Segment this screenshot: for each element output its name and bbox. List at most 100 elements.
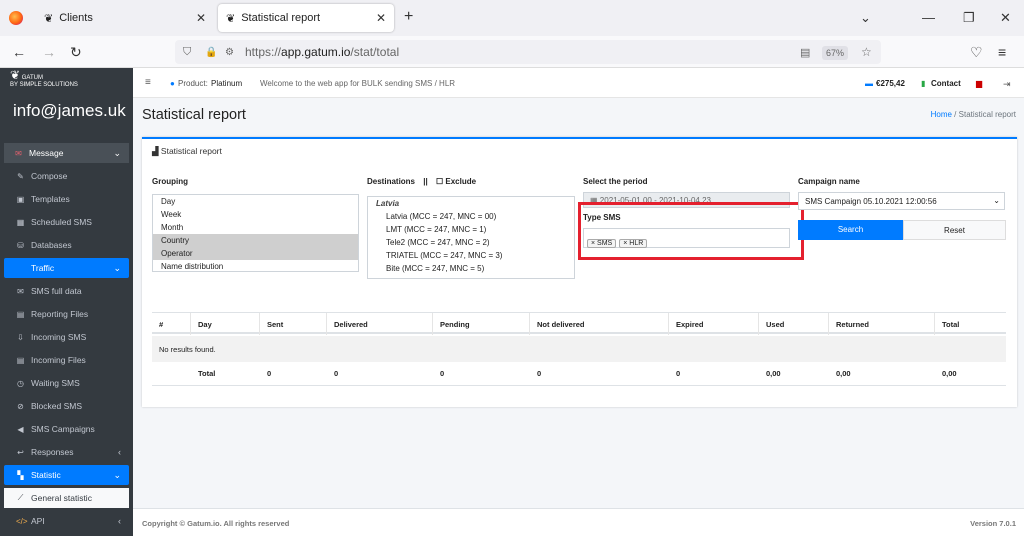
footer: Copyright © Gatum.io. All rights reserve… — [133, 508, 1024, 536]
compose-icon: ✎ — [17, 171, 24, 181]
sidebar-item-incoming-files[interactable]: ▤ Incoming Files — [4, 350, 129, 370]
gatum-favicon-icon: ❦ — [44, 12, 54, 25]
bookmark-star-icon[interactable]: ☆ — [861, 45, 872, 59]
tab-clients[interactable]: ❦ Clients ✕ — [36, 4, 214, 32]
product-value[interactable]: Platinum — [211, 79, 242, 88]
destinations-select[interactable]: Latvia Latvia (MCC = 247, MNC = 00) LMT (… — [367, 196, 575, 279]
empty-text: No results found. — [159, 345, 216, 354]
sidebar-item-statistic[interactable]: ▚ Statistic ⌄ — [4, 465, 129, 485]
campaign-select[interactable]: SMS Campaign 05.10.2021 12:00:56 ⌄ — [798, 192, 1005, 210]
restore-button[interactable]: ❐ — [963, 10, 975, 26]
sidebar-item-responses[interactable]: ↩ Responses ‹ — [4, 442, 129, 462]
close-icon[interactable]: ✕ — [376, 11, 386, 25]
reply-icon: ↩ — [17, 447, 24, 457]
grouping-option[interactable]: Country — [153, 234, 358, 247]
column-header[interactable]: # — [159, 320, 163, 329]
sidebar-item-compose[interactable]: ✎ Compose — [4, 166, 129, 186]
lock-icon[interactable]: 🔒 — [205, 47, 217, 58]
column-header[interactable]: Pending — [440, 320, 470, 329]
minimize-button[interactable]: — — [922, 10, 935, 25]
tab-list-chevron-icon[interactable]: ⌄ — [860, 10, 871, 26]
total-cell: Total — [198, 369, 216, 378]
file-icon: ▤ — [16, 309, 25, 319]
destinations-group-label: Latvia — [376, 199, 400, 208]
clock-icon: ◷ — [17, 378, 24, 388]
column-header[interactable]: Expired — [676, 320, 704, 329]
sidebar-item-incoming-sms[interactable]: ⇩ Incoming SMS — [4, 327, 129, 347]
column-header[interactable]: Sent — [267, 320, 283, 329]
sidebar-item-templates[interactable]: ▣ Templates — [4, 189, 129, 209]
sidebar-item-label: SMS full data — [31, 286, 82, 296]
address-bar[interactable]: ⛉ 🔒 ⚙ https://app.gatum.io/stat/total ▤ … — [175, 40, 881, 64]
sidebar-item-sms-full-data[interactable]: ✉ SMS full data — [4, 281, 129, 301]
sidebar-item-databases[interactable]: ⛁ Databases — [4, 235, 129, 255]
reset-button[interactable]: Reset — [903, 220, 1006, 240]
destination-option[interactable]: TRIATEL (MCC = 247, MNC = 3) — [368, 249, 574, 262]
permissions-icon[interactable]: ⚙ — [225, 47, 234, 58]
user-icon: ● — [170, 79, 175, 88]
sidebar-item-general-statistic[interactable]: ⟋ General statistic — [4, 488, 129, 508]
breadcrumb-home[interactable]: Home — [931, 110, 952, 119]
wallet-icon: ▬ — [865, 79, 873, 88]
back-arrow-icon[interactable]: ← — [12, 44, 26, 60]
close-icon[interactable]: ✕ — [196, 11, 206, 25]
sidebar-item-traffic[interactable]: Traffic ⌄ — [4, 258, 129, 278]
totals-row: Total 0 0 0 0 0 0,00 0,00 0,00 — [152, 362, 1006, 386]
product-label: Product: — [178, 79, 208, 88]
sidebar-item-api[interactable]: </> API ‹ — [4, 511, 129, 531]
grouping-option[interactable]: Week — [153, 208, 358, 221]
column-header[interactable]: Not delivered — [537, 320, 585, 329]
destination-option[interactable]: Tele2 (MCC = 247, MNC = 2) — [368, 236, 574, 249]
new-tab-button[interactable]: + — [404, 8, 413, 26]
column-header[interactable]: Returned — [836, 320, 869, 329]
balance-link[interactable]: €275,42 — [876, 79, 905, 88]
column-header[interactable]: Day — [198, 320, 212, 329]
search-button[interactable]: Search — [798, 220, 903, 240]
sidebar-item-label: General statistic — [31, 493, 92, 503]
empty-row: No results found. — [152, 336, 1006, 362]
exclude-checkbox[interactable]: ☐ — [436, 177, 443, 186]
reader-view-icon[interactable]: ▤ — [800, 46, 810, 59]
destination-option[interactable]: LMT (MCC = 247, MNC = 1) — [368, 223, 574, 236]
highlight-box — [578, 202, 804, 260]
shield-icon[interactable]: ⛉ — [183, 46, 191, 59]
grouping-option[interactable]: Name distribution — [153, 260, 358, 271]
logout-icon[interactable]: ⇥ — [1003, 79, 1011, 90]
column-header[interactable]: Used — [766, 320, 784, 329]
grouping-option[interactable]: Month — [153, 221, 358, 234]
reload-icon[interactable]: ↻ — [70, 44, 82, 61]
sidebar-item-blocked-sms[interactable]: ⊘ Blocked SMS — [4, 396, 129, 416]
sidebar-item-reporting-files[interactable]: ▤ Reporting Files — [4, 304, 129, 324]
sidebar-item-scheduled-sms[interactable]: ▦ Scheduled SMS — [4, 212, 129, 232]
grouping-option[interactable]: Day — [153, 195, 358, 208]
destination-option[interactable]: Latvia (MCC = 247, MNC = 00) — [368, 210, 574, 223]
database-icon: ⛁ — [17, 240, 24, 250]
hamburger-icon[interactable]: ≡ — [145, 77, 151, 88]
zoom-level[interactable]: 67% — [822, 46, 848, 60]
column-header[interactable]: Total — [942, 320, 959, 329]
sidebar-item-label: API — [31, 516, 45, 526]
grouping-select[interactable]: Day Week Month Country Operator Name distribu… — [152, 194, 359, 272]
close-window-button[interactable]: ✕ — [1000, 10, 1011, 26]
grouping-option[interactable]: Operator — [153, 247, 358, 260]
forward-arrow-icon[interactable]: → — [42, 44, 56, 60]
column-header[interactable]: Delivered — [334, 320, 368, 329]
sidebar-item-message[interactable]: ✉ Message ⌄ — [4, 143, 129, 163]
total-cell: 0,00 — [836, 369, 851, 378]
breadcrumb-separator: / — [954, 110, 957, 119]
sidebar-item-label: Traffic — [31, 263, 55, 273]
url-path: /stat/total — [350, 45, 400, 59]
sidebar-item-sms-campaigns[interactable]: ◀ SMS Campaigns — [4, 419, 129, 439]
pocket-icon[interactable]: ♡ — [970, 44, 983, 61]
breadcrumb-current: Statistical report — [958, 110, 1016, 119]
contact-link[interactable]: Contact — [931, 79, 961, 88]
sidebar-item-label: Templates — [31, 194, 70, 204]
sidebar-item-label: Blocked SMS — [31, 401, 83, 411]
sidebar-item-label: Scheduled SMS — [31, 217, 92, 227]
destination-option[interactable]: Bite (MCC = 247, MNC = 5) — [368, 262, 574, 275]
tab-statistical-report[interactable]: ❦ Statistical report ✕ — [218, 4, 394, 32]
column-divider — [668, 313, 669, 335]
menu-icon[interactable]: ≡ — [998, 44, 1006, 60]
language-flag-icon[interactable]: ▆ — [976, 79, 982, 88]
sidebar-item-waiting-sms[interactable]: ◷ Waiting SMS — [4, 373, 129, 393]
